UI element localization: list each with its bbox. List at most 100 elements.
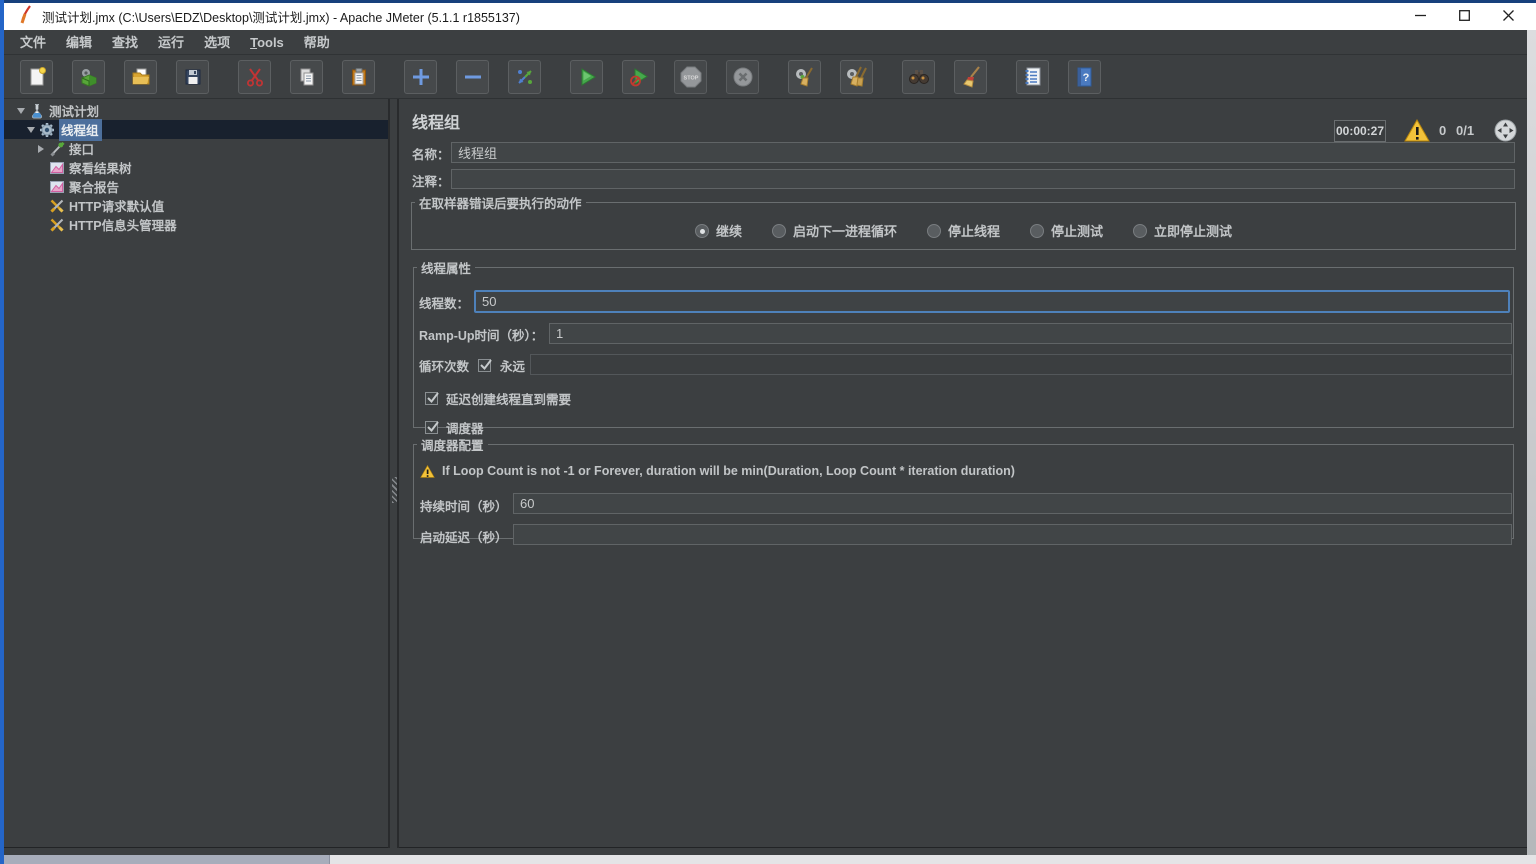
clear-button[interactable] (788, 60, 821, 94)
name-input[interactable] (451, 142, 1515, 163)
splitter-grip-icon (392, 477, 397, 503)
close-button[interactable] (1486, 0, 1530, 30)
menu-run-label: 运行 (158, 35, 184, 50)
new-file-button[interactable] (20, 60, 53, 94)
test-plan-flask-icon (28, 103, 46, 119)
start-button[interactable] (570, 60, 603, 94)
tree-item-label: 测试计划 (49, 101, 99, 120)
listener-graph-icon (48, 179, 66, 195)
menu-edit[interactable]: 编辑 (56, 30, 102, 55)
cut-button[interactable] (238, 60, 271, 94)
radio-stop-thread[interactable]: 停止线程 (927, 221, 1000, 240)
tree-item-http-request-defaults[interactable]: HTTP请求默认值 (4, 196, 388, 215)
collapse-all-button[interactable] (456, 60, 489, 94)
test-plan-tree-pane: 测试计划 线程组 (4, 99, 388, 848)
menu-help-label: 帮助 (304, 35, 330, 50)
help-button[interactable]: ? (1068, 60, 1101, 94)
clear-all-button[interactable] (840, 60, 873, 94)
radio-label: 启动下一进程循环 (793, 221, 897, 240)
scheduler-checkbox[interactable] (425, 421, 438, 434)
collapse-arrow-icon[interactable] (14, 108, 28, 114)
paste-button[interactable] (342, 60, 375, 94)
duration-label: 持续时间（秒） (420, 496, 508, 515)
scheduler-config-title: 调度器配置 (417, 435, 488, 454)
elapsed-timer: 00:00:27 (1334, 120, 1386, 142)
tree-item-api-sampler[interactable]: 接口 (4, 139, 388, 158)
tree-item-http-header-manager[interactable]: HTTP信息头管理器 (4, 215, 388, 234)
tree-item-label: 聚合报告 (69, 177, 119, 196)
search-reset-button[interactable] (954, 60, 987, 94)
paste-clipboard-icon (348, 66, 370, 88)
menu-file[interactable]: 文件 (10, 30, 56, 55)
stop-button: STOP (674, 60, 707, 94)
thread-group-gear-icon (38, 122, 56, 138)
menu-bar: 文件 编辑 查找 运行 选项 Tools 帮助 (4, 30, 1536, 55)
thread-group-editor: 线程组 名称： 注释： 在取样器错误后要执行的动作 继续 启动下一进程循环 停止… (399, 99, 1527, 848)
rampup-input[interactable] (549, 323, 1512, 344)
radio-icon (1133, 224, 1147, 238)
tree-item-label: HTTP请求默认值 (69, 196, 164, 215)
maximize-button[interactable] (1442, 0, 1486, 30)
scheduler-warning-text: If Loop Count is not -1 or Forever, dura… (442, 464, 1015, 478)
minimize-button[interactable] (1398, 0, 1442, 30)
radio-label: 停止线程 (948, 221, 1000, 240)
run-state-indicator-icon (1494, 119, 1517, 142)
menu-run[interactable]: 运行 (148, 30, 194, 55)
save-button[interactable] (176, 60, 209, 94)
loop-count-label: 循环次数 (419, 356, 469, 375)
log-warning-icon[interactable] (1404, 119, 1430, 142)
duration-input[interactable] (513, 493, 1512, 514)
minus-icon (462, 66, 484, 88)
menu-search[interactable]: 查找 (102, 30, 148, 55)
loop-count-input (530, 354, 1512, 375)
templates-button[interactable] (72, 60, 105, 94)
tree-item-thread-group[interactable]: 线程组 (4, 120, 388, 139)
scheduler-config-group: 调度器配置 If Loop Count is not -1 or Forever… (413, 435, 1514, 539)
page-title: 线程组 (412, 109, 460, 133)
open-file-button[interactable] (124, 60, 157, 94)
listener-graph-icon (48, 160, 66, 176)
expand-all-button[interactable] (404, 60, 437, 94)
tree-item-view-results-tree[interactable]: 察看结果树 (4, 158, 388, 177)
menu-tools[interactable]: Tools (240, 30, 294, 55)
collapse-arrow-icon[interactable] (24, 127, 38, 133)
startup-delay-label: 启动延迟（秒） (420, 527, 508, 546)
toggle-button[interactable] (508, 60, 541, 94)
thread-count-input[interactable] (474, 290, 1510, 313)
scrollbar-thumb[interactable] (4, 855, 330, 864)
comment-label: 注释： (412, 171, 450, 190)
radio-icon (1030, 224, 1044, 238)
start-no-timers-button[interactable] (622, 60, 655, 94)
menu-edit-label: 编辑 (66, 35, 92, 50)
radio-continue[interactable]: 继续 (695, 221, 742, 240)
radio-label: 立即停止测试 (1154, 221, 1232, 240)
menu-tools-label-rest: ools (257, 35, 284, 50)
radio-start-next-loop[interactable]: 启动下一进程循环 (772, 221, 897, 240)
radio-stop-test[interactable]: 停止测试 (1030, 221, 1103, 240)
name-label: 名称： (412, 144, 450, 163)
tree-item-test-plan[interactable]: 测试计划 (4, 101, 388, 120)
tree-item-aggregate-report[interactable]: 聚合报告 (4, 177, 388, 196)
delay-thread-creation-checkbox[interactable] (425, 392, 438, 405)
log-error-count: 0 (1439, 123, 1446, 138)
active-threads-count: 0/1 (1456, 123, 1474, 138)
expand-arrow-icon[interactable] (34, 145, 48, 153)
menu-help[interactable]: 帮助 (294, 30, 340, 55)
search-button[interactable] (902, 60, 935, 94)
forever-checkbox[interactable] (478, 359, 491, 372)
clear-broom-icon (793, 65, 817, 89)
sampler-dropper-icon (48, 141, 66, 157)
radio-stop-test-now[interactable]: 立即停止测试 (1133, 221, 1232, 240)
copy-button[interactable] (290, 60, 323, 94)
menu-options[interactable]: 选项 (194, 30, 240, 55)
horizontal-scrollbar[interactable] (4, 855, 1536, 864)
function-helper-button[interactable] (1016, 60, 1049, 94)
delay-thread-creation-label: 延迟创建线程直到需要 (446, 389, 571, 408)
startup-delay-input[interactable] (513, 524, 1512, 545)
comment-input[interactable] (451, 169, 1515, 189)
tree-item-label: 线程组 (59, 119, 102, 141)
radio-label: 停止测试 (1051, 221, 1103, 240)
sampler-error-action-group: 在取样器错误后要执行的动作 继续 启动下一进程循环 停止线程 停止测试 (411, 193, 1516, 250)
function-helper-notepad-icon (1021, 65, 1045, 89)
pane-splitter[interactable] (388, 99, 399, 848)
